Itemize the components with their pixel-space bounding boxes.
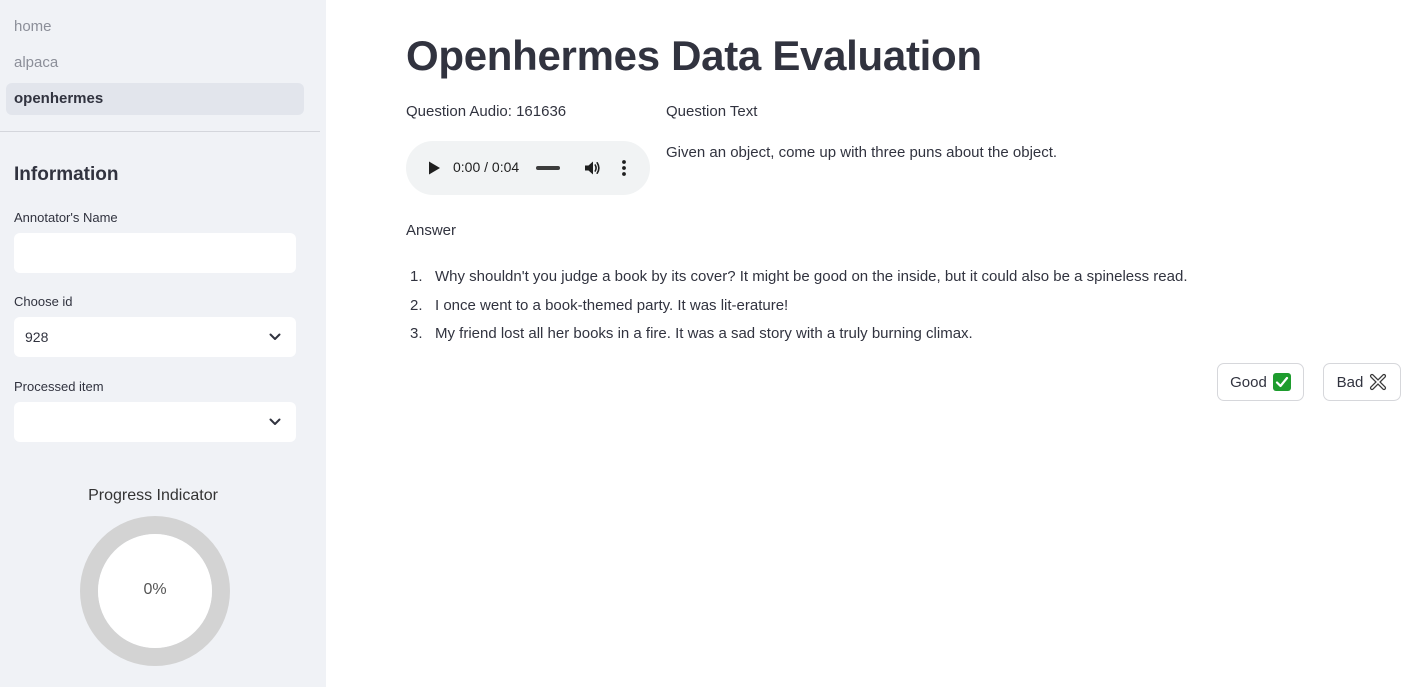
- answer-item: 2. I once went to a book-themed party. It…: [406, 294, 1188, 323]
- progress-indicator-title: Progress Indicator: [88, 487, 218, 504]
- answer-text: My friend lost all her books in a fire. …: [435, 325, 973, 342]
- answer-label: Answer: [406, 222, 457, 239]
- play-icon[interactable]: [426, 160, 442, 176]
- question-text-label: Question Text: [666, 103, 758, 120]
- bad-button-label: Bad: [1336, 373, 1364, 391]
- good-button-label: Good: [1230, 373, 1267, 391]
- question-audio-label: Question Audio: 161636: [406, 103, 567, 120]
- volume-icon[interactable]: [583, 159, 601, 177]
- audio-time: 0:00 / 0:04: [453, 159, 520, 175]
- processed-item-select[interactable]: [14, 402, 296, 442]
- processed-item-label: Processed item: [14, 379, 104, 394]
- answer-item: 1. Why shouldn't you judge a book by its …: [406, 265, 1188, 294]
- nav-item-home[interactable]: home: [6, 11, 304, 43]
- answer-text: I once went to a book-themed party. It w…: [435, 296, 789, 314]
- answer-list: 1. Why shouldn't you judge a book by its …: [406, 265, 1188, 351]
- check-mark-icon: [1272, 373, 1291, 391]
- app: home alpaca openhermes Information Annot…: [0, 0, 1425, 687]
- annotator-name-label: Annotator's Name: [14, 210, 118, 225]
- chevron-down-icon: [269, 333, 281, 340]
- chevron-down-icon: [269, 418, 281, 425]
- nav-item-openhermes[interactable]: openhermes: [6, 83, 304, 115]
- nav-item-alpaca[interactable]: alpaca: [6, 47, 304, 79]
- answer-text: Why shouldn't you judge a book by its co…: [435, 268, 1188, 285]
- sidebar-nav: home alpaca openhermes: [6, 11, 304, 119]
- sidebar-divider: [0, 131, 320, 132]
- audio-seek-bar[interactable]: [536, 166, 560, 170]
- choose-id-value: 928: [25, 329, 49, 345]
- cross-mark-icon: [1370, 373, 1387, 391]
- bad-button[interactable]: Bad: [1323, 363, 1401, 401]
- choose-id-label: Choose id: [14, 294, 73, 309]
- page-title: Openhermes Data Evaluation: [406, 32, 982, 79]
- good-button[interactable]: Good: [1217, 363, 1304, 401]
- information-heading: Information: [14, 164, 119, 185]
- main-content: Openhermes Data Evaluation Question Audi…: [326, 0, 1425, 687]
- answer-number: 2.: [410, 296, 423, 314]
- audio-player[interactable]: 0:00 / 0:04: [406, 141, 650, 195]
- annotator-name-input[interactable]: [14, 233, 296, 273]
- sidebar: home alpaca openhermes Information Annot…: [0, 0, 326, 687]
- question-text: Given an object, come up with three puns…: [666, 144, 1058, 161]
- more-vertical-icon[interactable]: [616, 159, 632, 177]
- answer-number: 1.: [410, 268, 423, 285]
- answer-number: 3.: [410, 325, 423, 342]
- progress-percent: 0%: [143, 581, 167, 598]
- choose-id-select[interactable]: 928: [14, 317, 296, 357]
- answer-item: 3. My friend lost all her books in a fire…: [406, 322, 1188, 351]
